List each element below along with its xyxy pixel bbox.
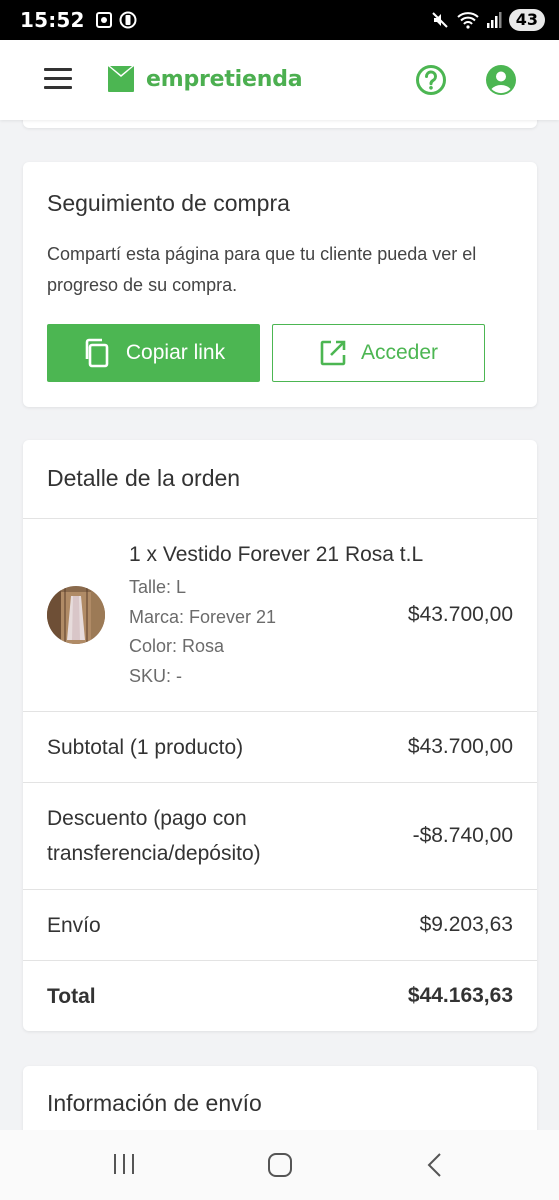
shipping-row: Envío $9.203,63 bbox=[23, 890, 537, 961]
product-attribute-brand: Marca: Forever 21 bbox=[129, 606, 277, 627]
hamburger-icon-bar bbox=[44, 86, 72, 89]
tracking-title: Seguimiento de compra bbox=[47, 190, 290, 216]
help-button[interactable] bbox=[415, 64, 447, 101]
open-external-icon bbox=[320, 340, 346, 366]
back-button[interactable] bbox=[425, 1152, 445, 1183]
product-attribute-size: Talle: L bbox=[129, 577, 187, 597]
copy-link-button[interactable]: Copiar link bbox=[47, 324, 260, 382]
shipping-label: Envío bbox=[47, 913, 101, 937]
battery-level: 43 bbox=[508, 9, 545, 31]
screenshot-icon bbox=[95, 12, 112, 28]
hamburger-icon-bar bbox=[44, 77, 72, 80]
shipping-info-title: Información de envío bbox=[47, 1090, 262, 1116]
menu-button[interactable] bbox=[44, 68, 72, 90]
discount-label: Descuento (pago con transferencia/depósi… bbox=[47, 807, 261, 865]
tracking-card: Seguimiento de compra Compartí esta pági… bbox=[23, 162, 537, 407]
account-icon bbox=[486, 65, 516, 95]
product-attribute-color: Color: Rosa bbox=[129, 636, 225, 656]
alarm-icon bbox=[119, 11, 137, 29]
wifi-icon bbox=[457, 12, 479, 29]
brand-logo[interactable]: empretienda bbox=[108, 66, 303, 92]
status-time: 15:52 bbox=[20, 8, 85, 32]
shipping-value: $9.203,63 bbox=[419, 913, 513, 936]
order-detail-card: Detalle de la orden 1 x Vestido Forever … bbox=[23, 440, 537, 1031]
brand-name: empretienda bbox=[146, 66, 303, 92]
system-nav-bar bbox=[0, 1130, 559, 1200]
subtotal-label: Subtotal (1 producto) bbox=[47, 735, 244, 759]
copy-link-label: Copiar link bbox=[125, 341, 226, 364]
product-thumbnail bbox=[47, 586, 105, 644]
subtotal-row: Subtotal (1 producto) $43.700,00 bbox=[23, 712, 537, 783]
total-row: Total $44.163,63 bbox=[23, 961, 537, 1031]
product-attribute-sku: SKU: - bbox=[129, 665, 183, 686]
recent-apps-button[interactable] bbox=[112, 1152, 136, 1181]
product-name: 1 x Vestido Forever 21 Rosa t.L bbox=[129, 543, 424, 566]
total-label: Total bbox=[47, 984, 96, 1008]
copy-icon bbox=[85, 338, 109, 368]
order-title: Detalle de la orden bbox=[47, 465, 241, 491]
back-icon bbox=[427, 1153, 441, 1177]
account-button[interactable] bbox=[485, 64, 517, 101]
app-bar: empretienda bbox=[0, 40, 559, 120]
tracking-description: Compartí esta página para que tu cliente… bbox=[47, 244, 477, 295]
home-button[interactable] bbox=[267, 1152, 293, 1183]
access-button[interactable]: Acceder bbox=[272, 324, 485, 382]
discount-row: Descuento (pago con transferencia/depósi… bbox=[23, 783, 537, 890]
order-header: Detalle de la orden bbox=[23, 440, 537, 519]
home-icon bbox=[268, 1153, 292, 1177]
access-label: Acceder bbox=[360, 341, 439, 364]
product-price: $43.700,00 bbox=[407, 603, 513, 626]
discount-value: -$8.740,00 bbox=[412, 824, 513, 847]
status-bar: 15:52 43 bbox=[0, 0, 559, 40]
product-row: 1 x Vestido Forever 21 Rosa t.L Talle: L… bbox=[23, 519, 537, 712]
signal-icon bbox=[486, 12, 502, 28]
mute-icon bbox=[432, 12, 448, 28]
recent-apps-icon bbox=[114, 1154, 134, 1174]
hamburger-icon-bar bbox=[44, 68, 72, 71]
envelope-logo-icon bbox=[108, 66, 134, 92]
total-value: $44.163,63 bbox=[407, 984, 513, 1007]
subtotal-value: $43.700,00 bbox=[407, 735, 513, 758]
help-icon bbox=[416, 65, 446, 95]
